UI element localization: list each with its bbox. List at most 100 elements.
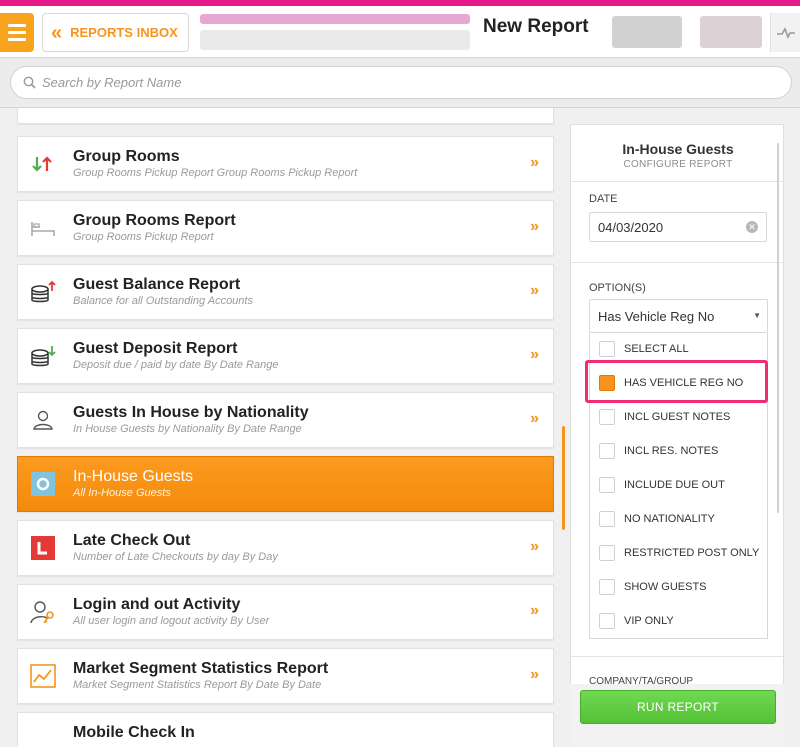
hamburger-line [8,31,26,34]
report-title: Market Segment Statistics Report [73,660,329,677]
search-input[interactable] [42,75,742,90]
option-label: INCLUDE DUE OUT [624,479,725,491]
user-key-icon [30,599,56,625]
report-title: Guest Deposit Report [73,340,238,357]
coins-up-icon [30,279,56,305]
option-incl-guest-notes[interactable]: INCL GUEST NOTES [590,401,767,435]
report-subtitle: Market Segment Statistics Report By Date… [73,679,322,691]
option-vip-only[interactable]: VIP ONLY [590,605,767,639]
option-include-due-out[interactable]: INCLUDE DUE OUT [590,469,767,503]
date-field[interactable]: 04/03/2020 ✕ [589,212,767,242]
chevron-right-icon: » [530,218,539,235]
option-label: SELECT ALL [624,343,689,355]
run-report-button[interactable]: RUN REPORT [580,690,776,724]
checkbox[interactable] [599,511,615,527]
clear-icon[interactable]: ✕ [746,221,758,233]
divider [571,181,783,182]
chevron-right-icon: » [530,410,539,427]
option-restricted-post-only[interactable]: RESTRICTED POST ONLY [590,537,767,571]
checkbox[interactable] [599,443,615,459]
date-label: DATE [589,193,618,205]
option-label: VIP ONLY [624,615,674,627]
checkbox[interactable] [599,613,615,629]
double-chevron-left-icon: « [51,21,63,44]
report-subtitle: Deposit due / paid by date By Date Range [73,359,279,371]
report-title: In-House Guests [73,468,194,485]
report-row-late-check-out[interactable]: Late Check Out Number of Late Checkouts … [17,520,554,576]
option-label: SHOW GUESTS [624,581,707,593]
option-label: RESTRICTED POST ONLY [624,547,760,559]
option-show-guests[interactable]: SHOW GUESTS [590,571,767,605]
hamburger-menu-icon [8,24,26,27]
reports-inbox-label: REPORTS INBOX [70,25,178,40]
list-item-top-partial [17,108,554,124]
checkbox[interactable] [599,477,615,493]
chevron-right-icon: » [530,538,539,555]
chevron-right-icon: » [530,282,539,299]
person-icon [30,407,56,433]
report-title: Guest Balance Report [73,276,241,293]
option-no-nationality[interactable]: NO NATIONALITY [590,503,767,537]
activity-button[interactable] [770,13,800,52]
report-subtitle: In House Guests by Nationality By Date R… [73,423,302,435]
redacted-area [612,16,682,48]
report-title: Late Check Out [73,532,191,549]
option-label: INCL RES. NOTES [624,445,719,457]
report-subtitle: All In-House Guests [73,487,171,499]
top-bar: « REPORTS INBOX New Report [0,0,800,58]
panel-scrollbar[interactable] [777,143,779,513]
line-chart-icon [30,663,56,689]
report-subtitle: Balance for all Outstanding Accounts [73,295,253,307]
menu-button[interactable] [0,13,34,52]
report-row-group-rooms[interactable]: Group Rooms Group Rooms Pickup Report Gr… [17,136,554,192]
checkbox[interactable] [599,579,615,595]
list-scrollbar[interactable] [562,426,565,530]
hamburger-line [8,38,26,41]
redacted-area [700,16,762,48]
report-row-login-activity[interactable]: Login and out Activity All user login an… [17,584,554,640]
up-down-arrows-icon [30,151,56,177]
report-title: Group Rooms Report [73,212,236,229]
caret-down-icon: ▼ [753,311,761,320]
report-row-mobile-check-in[interactable]: Mobile Check In [17,712,554,747]
chevron-right-icon: » [530,602,539,619]
reports-inbox-button[interactable]: « REPORTS INBOX [42,13,189,52]
checkbox[interactable] [599,409,615,425]
report-list: Group Rooms Group Rooms Pickup Report Gr… [0,108,570,747]
options-select[interactable]: Has Vehicle Reg No ▼ [589,299,768,333]
report-row-guest-balance[interactable]: Guest Balance Report Balance for all Out… [17,264,554,320]
configure-report-panel: In-House Guests CONFIGURE REPORT DATE 04… [570,124,784,747]
report-subtitle: Group Rooms Pickup Report Group Rooms Pi… [73,167,358,179]
options-selected-value: Has Vehicle Reg No [598,308,715,324]
option-incl-res-notes[interactable]: INCL RES. NOTES [590,435,767,469]
report-title: Login and out Activity [73,596,241,613]
search-box[interactable] [10,66,792,99]
report-row-group-rooms-report[interactable]: Group Rooms Report Group Rooms Pickup Re… [17,200,554,256]
activity-icon [776,26,795,39]
options-label: OPTION(S) [589,282,646,294]
report-title: Group Rooms [73,148,180,165]
search-bar-area [0,58,800,108]
chevron-right-icon: » [530,666,539,683]
config-subtitle: CONFIGURE REPORT [623,159,733,170]
report-row-guests-by-nationality[interactable]: Guests In House by Nationality In House … [17,392,554,448]
report-subtitle: Group Rooms Pickup Report [73,231,214,243]
report-subtitle: All user login and logout activity By Us… [73,615,270,627]
report-row-guest-deposit[interactable]: Guest Deposit Report Deposit due / paid … [17,328,554,384]
chevron-right-icon: » [530,346,539,363]
coins-down-icon [30,343,56,369]
option-label: NO NATIONALITY [624,513,715,525]
divider [571,262,783,263]
checkbox[interactable] [599,545,615,561]
report-row-market-segment[interactable]: Market Segment Statistics Report Market … [17,648,554,704]
page-title: New Report [483,16,589,37]
chevron-right-icon: » [530,154,539,171]
divider [571,656,783,657]
report-row-in-house-guests[interactable]: In-House Guests All In-House Guests [17,456,554,512]
redacted-area [200,14,470,24]
circle-icon [30,471,56,497]
report-title: Mobile Check In [73,724,195,741]
search-icon [23,76,36,89]
option-label: INCL GUEST NOTES [624,411,731,423]
checkbox[interactable] [599,341,615,357]
